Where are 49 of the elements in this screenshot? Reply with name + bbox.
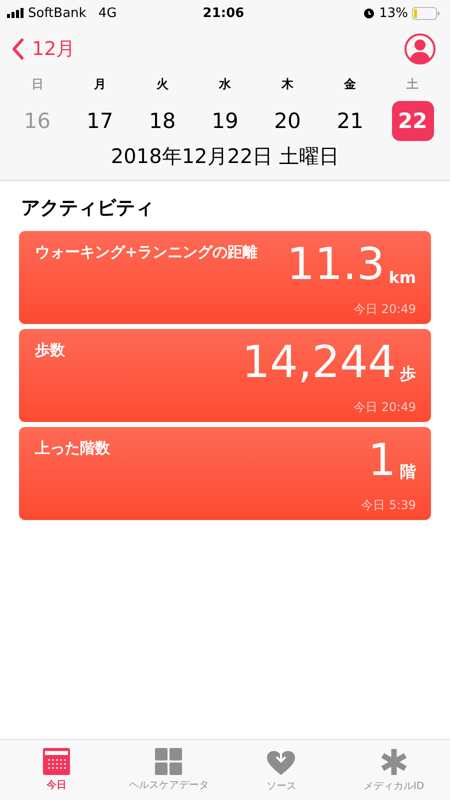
chevron-left-icon (12, 38, 24, 60)
calendar-icon (42, 748, 70, 775)
weekday-label: 火 (156, 76, 168, 93)
back-button[interactable]: 12月 (12, 36, 76, 62)
date-button[interactable]: 20 (266, 101, 309, 141)
profile-icon[interactable] (404, 33, 436, 65)
heart-download-icon (266, 748, 296, 776)
date-title: 2018年12月22日 土曜日 (110, 143, 340, 170)
weekday-label: 金 (344, 76, 356, 93)
activity-card[interactable]: 歩数 14,244 歩 今日 20:49 (19, 329, 431, 422)
card-label: ウォーキング+ランニングの距離 (35, 242, 259, 263)
weekday-label: 土 (406, 76, 419, 93)
date-button[interactable]: 19 (204, 101, 246, 141)
weekday-label: 水 (218, 76, 231, 93)
weekday-label: 木 (282, 76, 294, 93)
date-button[interactable]: 21 (329, 101, 372, 141)
card-value: 11.3 (286, 243, 385, 287)
card-unit: km (388, 268, 416, 287)
card-label: 上った階数 (35, 438, 111, 459)
grid-icon (155, 748, 182, 775)
card-unit: 階 (400, 462, 416, 483)
card-value: 14,244 (242, 341, 396, 385)
tab-item[interactable]: ソース (225, 740, 338, 800)
card-label: 歩数 (35, 340, 66, 361)
network-type: 4G (98, 6, 117, 20)
card-unit: 歩 (400, 364, 416, 385)
date-button[interactable]: 17 (78, 101, 121, 141)
card-value: 1 (368, 439, 396, 483)
status-time: 21:06 (202, 6, 244, 20)
tab-item[interactable]: ヘルスケアデータ (112, 740, 225, 800)
weekday-label: 日 (31, 76, 44, 93)
card-time: 今日 5:39 (361, 497, 416, 514)
weekday-label: 月 (94, 76, 106, 93)
date-button[interactable]: 18 (141, 101, 184, 141)
battery-icon (412, 6, 440, 20)
activity-card[interactable]: 上った階数 1 階 今日 5:39 (19, 427, 431, 520)
card-time: 今日 20:49 (354, 399, 416, 416)
section-title: アクティビティ (21, 196, 155, 221)
date-button[interactable]: 22 (392, 101, 434, 141)
alarm-icon (363, 7, 376, 19)
asterisk-icon (380, 748, 408, 776)
activity-card[interactable]: ウォーキング+ランニングの距離 11.3 km 今日 20:49 (19, 231, 431, 324)
tab-item[interactable]: メディカルID (338, 740, 450, 800)
tab-item[interactable]: 今日 (0, 740, 112, 800)
date-button[interactable]: 16 (16, 101, 58, 141)
card-time: 今日 20:49 (354, 301, 416, 318)
carrier-name: SoftBank (28, 6, 86, 20)
battery-percent: 13% (379, 6, 408, 20)
signal-icon (7, 8, 24, 18)
